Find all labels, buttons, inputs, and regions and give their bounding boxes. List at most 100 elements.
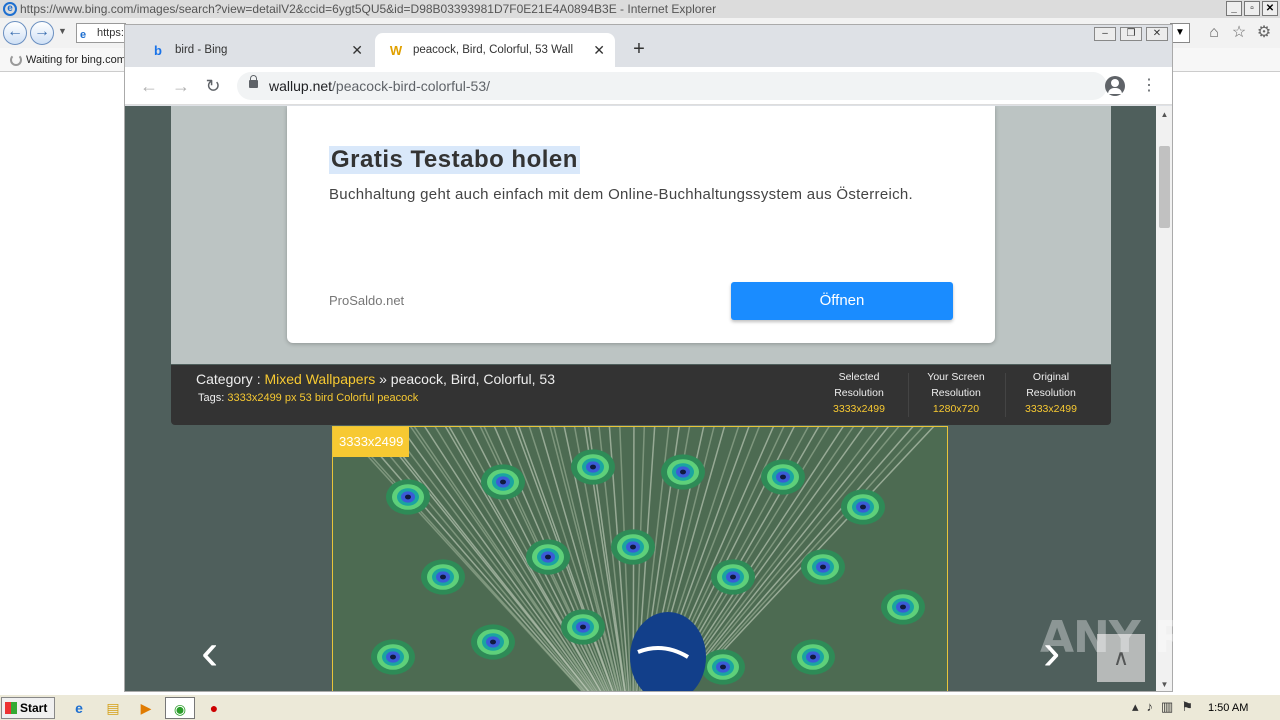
ie-window-controls: _ ▫ ✕ xyxy=(1226,1,1278,16)
taskbar: Start e ▤ ▶ ◉ ● ▴ ♪ ▥ ⚑ 1:50 AM xyxy=(0,694,1280,720)
profile-avatar-icon[interactable] xyxy=(1105,76,1125,96)
loading-spinner-icon xyxy=(10,54,22,66)
start-button[interactable]: Start xyxy=(1,697,55,719)
resolution-label: Selected xyxy=(838,371,880,383)
tray-expand-icon[interactable]: ▴ xyxy=(1132,699,1139,715)
internet-explorer-icon[interactable]: e xyxy=(64,697,94,719)
stop-icon[interactable]: ● xyxy=(199,697,229,719)
ie-address-text: https: xyxy=(97,27,124,39)
system-tray: ▴ ♪ ▥ ⚑ xyxy=(1132,699,1193,715)
media-player-icon[interactable]: ▶ xyxy=(131,697,161,719)
close-tab-icon[interactable]: ✕ xyxy=(351,33,363,67)
chrome-icon[interactable]: ◉ xyxy=(165,697,195,719)
lock-icon xyxy=(249,75,258,88)
ad-card[interactable]: Gratis Testabo holen Buchhaltung geht au… xyxy=(287,106,995,343)
folder-icon[interactable]: ▤ xyxy=(98,697,128,719)
ie-page-background xyxy=(1172,72,1280,692)
ie-forward-button[interactable]: → xyxy=(30,21,54,45)
ie-window-title: https://www.bing.com/images/search?view=… xyxy=(20,2,717,16)
resolution-value: 3333x2499 xyxy=(833,403,885,415)
ie-close-button[interactable]: ✕ xyxy=(1262,1,1278,16)
ie-minimize-button[interactable]: _ xyxy=(1226,1,1242,16)
ad-description: Buchhaltung geht auch einfach mit dem On… xyxy=(329,186,914,203)
ie-page-icon: e xyxy=(80,29,87,41)
url-path: /peacock-bird-colorful-53/ xyxy=(332,78,491,94)
ie-address-dropdown-button[interactable]: ▼ xyxy=(1170,23,1190,43)
windows-flag-icon xyxy=(5,702,17,714)
category-label: Category : xyxy=(196,371,265,387)
resolution-value: 3333x2499 xyxy=(1025,403,1077,415)
wallpaper-image[interactable]: 3333x2499 xyxy=(332,426,948,691)
chrome-window-controls: – ❐ ✕ xyxy=(1094,27,1168,41)
ie-logo-icon: e xyxy=(3,2,17,16)
previous-arrow-icon[interactable]: ‹ xyxy=(201,626,218,678)
resolution-label: Resolution xyxy=(931,387,981,399)
ad-area: Gratis Testabo holen Buchhaltung geht au… xyxy=(171,106,1111,364)
page-scrollbar[interactable]: ▲ ▼ xyxy=(1156,106,1172,691)
forward-arrow-icon[interactable]: → xyxy=(169,74,193,98)
new-tab-button[interactable]: + xyxy=(627,37,651,61)
tags-label: Tags: xyxy=(198,392,228,404)
volume-icon[interactable]: ♪ xyxy=(1147,699,1154,715)
peacock-image xyxy=(333,427,947,691)
resolution-label: Resolution xyxy=(834,387,884,399)
ie-tab-loading[interactable]: Waiting for bing.com xyxy=(2,50,126,70)
tab-peacock-wallpapers[interactable]: W peacock, Bird, Colorful, 53 Wallpapers… xyxy=(375,33,615,67)
resolution-value: 1280x720 xyxy=(932,403,980,415)
ie-title-bar: e https://www.bing.com/images/search?vie… xyxy=(0,0,1280,18)
chrome-restore-button[interactable]: ❐ xyxy=(1120,27,1142,41)
network-icon[interactable]: ▥ xyxy=(1161,699,1173,715)
resolution-label: Your Screen xyxy=(927,371,985,383)
tag-link[interactable]: peacock xyxy=(377,392,418,404)
resolution-label: Original xyxy=(1032,371,1070,383)
ie-maximize-button[interactable]: ▫ xyxy=(1244,1,1260,16)
original-resolution[interactable]: Original Resolution 3333x2499 xyxy=(1006,369,1096,417)
page-viewport: Gratis Testabo holen Buchhaltung geht au… xyxy=(125,106,1156,691)
tag-link[interactable]: 3333x2499 px xyxy=(227,392,296,404)
tab-bird-bing[interactable]: b bird - Bing ✕ xyxy=(137,33,373,67)
anyrun-watermark: ANY RUN xyxy=(1040,612,1258,663)
resolution-badge: 3333x2499 xyxy=(333,427,410,457)
tag-link[interactable]: bird xyxy=(315,392,333,404)
flag-icon[interactable]: ⚑ xyxy=(1181,699,1193,715)
screen-resolution[interactable]: Your Screen Resolution 1280x720 xyxy=(911,369,1001,417)
ad-title[interactable]: Gratis Testabo holen xyxy=(329,146,580,174)
favorites-star-icon[interactable]: ☆ xyxy=(1230,24,1248,42)
ie-tab-label: Waiting for bing.com xyxy=(26,54,126,66)
scroll-thumb[interactable] xyxy=(1159,146,1170,228)
ad-brand[interactable]: ProSaldo.net xyxy=(329,293,404,308)
breadcrumb-title: » peacock, Bird, Colorful, 53 xyxy=(375,371,555,387)
wallpaper-info-bar: Category : Mixed Wallpapers » peacock, B… xyxy=(171,365,1111,425)
scroll-down-icon[interactable]: ▼ xyxy=(1156,676,1172,691)
ie-back-button[interactable]: ← xyxy=(3,21,27,45)
category-link[interactable]: Mixed Wallpapers xyxy=(264,371,375,387)
divider xyxy=(908,373,909,417)
chrome-close-button[interactable]: ✕ xyxy=(1146,27,1168,41)
url-domain: wallup.net xyxy=(269,78,333,94)
tab-title: peacock, Bird, Colorful, 53 Wallpapers xyxy=(413,44,573,56)
reload-icon[interactable]: ↻ xyxy=(201,74,225,98)
resolution-label: Resolution xyxy=(1026,387,1076,399)
tags-line: Tags: 3333x2499 px 53 bird Colorful peac… xyxy=(198,392,418,404)
clock: 1:50 AM xyxy=(1208,702,1249,714)
home-icon[interactable]: ⌂ xyxy=(1205,24,1223,42)
ie-history-dropdown-icon[interactable]: ▼ xyxy=(58,26,67,36)
address-bar[interactable]: wallup.net/peacock-bird-colorful-53/ ☆ xyxy=(237,72,1107,100)
chrome-toolbar: ← → ↻ wallup.net/peacock-bird-colorful-5… xyxy=(125,67,1172,105)
scroll-up-icon[interactable]: ▲ xyxy=(1156,106,1172,123)
wallup-icon: W xyxy=(389,43,403,58)
breadcrumb: Category : Mixed Wallpapers » peacock, B… xyxy=(196,371,555,387)
ie-address-bar[interactable]: e https: xyxy=(76,23,126,43)
tag-link[interactable]: 53 xyxy=(300,392,312,404)
menu-kebab-icon[interactable]: ⋮ xyxy=(1141,74,1157,98)
selected-resolution[interactable]: Selected Resolution 3333x2499 xyxy=(814,369,904,417)
tag-link[interactable]: Colorful xyxy=(336,392,374,404)
bing-icon: b xyxy=(154,43,162,58)
start-label: Start xyxy=(20,701,48,715)
close-tab-icon[interactable]: ✕ xyxy=(593,33,605,67)
ad-open-button[interactable]: Öffnen xyxy=(731,282,953,320)
back-arrow-icon[interactable]: ← xyxy=(137,74,161,98)
chrome-minimize-button[interactable]: – xyxy=(1094,27,1116,41)
tab-title: bird - Bing xyxy=(175,44,228,56)
gear-icon[interactable]: ⚙ xyxy=(1255,24,1273,42)
